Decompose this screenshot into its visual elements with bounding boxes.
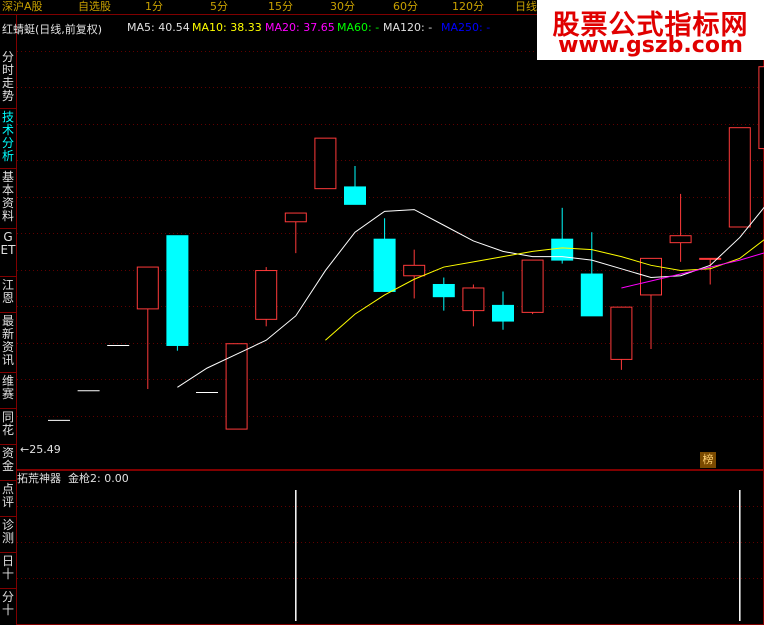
arrow-left-icon: ←	[20, 443, 30, 456]
low-price-label: 25.49	[29, 443, 61, 456]
sidebar-divider	[0, 228, 16, 229]
sidebar-item-9[interactable]: 点评	[0, 483, 16, 509]
sidebar-divider	[0, 372, 16, 373]
sidebar-divider	[0, 444, 16, 445]
candle-up	[284, 212, 307, 223]
candle-down	[432, 283, 455, 298]
candle-up	[462, 287, 485, 312]
sidebar-item-11[interactable]: 日十	[0, 555, 16, 581]
sidebar-item-3[interactable]: GET	[0, 231, 16, 257]
tab-1[interactable]: 自选股	[78, 0, 111, 14]
candle-up	[521, 259, 544, 313]
side-nav: 分时走势技术分析基本资料 GET 江恩最新资讯维赛同花资金点评诊测日十分十	[0, 49, 16, 625]
sidebar-divider	[0, 312, 16, 313]
ma60-readout: MA60: -	[337, 21, 380, 34]
indicator-frame	[16, 470, 764, 625]
watermark-logo: 股票公式指标网 www.gszb.com	[537, 0, 764, 60]
sidebar-divider	[0, 480, 16, 481]
ma20-readout: MA20: 37.65	[265, 21, 335, 34]
candle-up	[136, 266, 159, 310]
candle-down	[580, 273, 603, 317]
candle-up	[610, 306, 633, 360]
sidebar-item-7[interactable]: 同花	[0, 411, 16, 437]
ma5-readout: MA5: 40.54	[127, 21, 190, 34]
ma120-readout: MA120: -	[383, 21, 433, 34]
sidebar-item-10[interactable]: 诊测	[0, 519, 16, 545]
sidebar-item-5[interactable]: 最新资讯	[0, 315, 16, 367]
sidebar-item-8[interactable]: 资金	[0, 447, 16, 473]
low-price-marker: ←25.49	[20, 443, 61, 456]
ma10-readout: MA10: 38.33	[192, 21, 262, 34]
tab-4[interactable]: 15分	[268, 0, 293, 14]
sidebar-divider	[0, 588, 16, 589]
tab-3[interactable]: 5分	[210, 0, 228, 14]
sidebar-divider	[0, 552, 16, 553]
sidebar-item-6[interactable]: 维赛	[0, 375, 16, 401]
candle-down	[344, 186, 366, 205]
candle-up	[225, 343, 248, 430]
sidebar-divider	[0, 168, 16, 169]
tab-5[interactable]: 30分	[330, 0, 355, 14]
candle-up	[255, 270, 278, 320]
indicator-value: 金枪2: 0.00	[68, 472, 129, 485]
tab-2[interactable]: 1分	[145, 0, 163, 14]
indicator-panel[interactable]	[16, 470, 764, 625]
kline-chart[interactable]	[16, 14, 764, 470]
candle-down	[166, 235, 189, 346]
sidebar-divider	[0, 408, 16, 409]
candle-up	[728, 127, 751, 228]
candle-up	[758, 66, 764, 150]
tab-6[interactable]: 60分	[393, 0, 418, 14]
ma250-readout: MA250: -	[441, 21, 491, 34]
sidebar-divider	[0, 108, 16, 109]
tab-0[interactable]: 深沪A股	[2, 0, 43, 14]
ranking-badge[interactable]: 榜	[700, 452, 716, 468]
sidebar-item-4[interactable]: 江恩	[0, 279, 16, 305]
sidebar-divider	[0, 516, 16, 517]
indicator-title: 拓荒神器	[17, 472, 61, 485]
tab-7[interactable]: 120分	[452, 0, 484, 14]
candle-down	[373, 238, 396, 292]
sidebar-item-0[interactable]: 分时走势	[0, 51, 16, 103]
sidebar-item-1[interactable]: 技术分析	[0, 111, 16, 163]
logo-url: www.gszb.com	[558, 33, 743, 58]
candle-up	[669, 235, 692, 244]
stock-name: 红蜻蜓(日线,前复权)	[2, 23, 103, 36]
candle-up	[403, 264, 426, 277]
sidebar-item-2[interactable]: 基本资料	[0, 171, 16, 223]
sidebar-item-12[interactable]: 分十	[0, 591, 16, 617]
candle-up	[314, 137, 337, 190]
sidebar-divider	[0, 276, 16, 277]
tab-8[interactable]: 日线	[515, 0, 537, 14]
candle-down	[492, 304, 514, 322]
